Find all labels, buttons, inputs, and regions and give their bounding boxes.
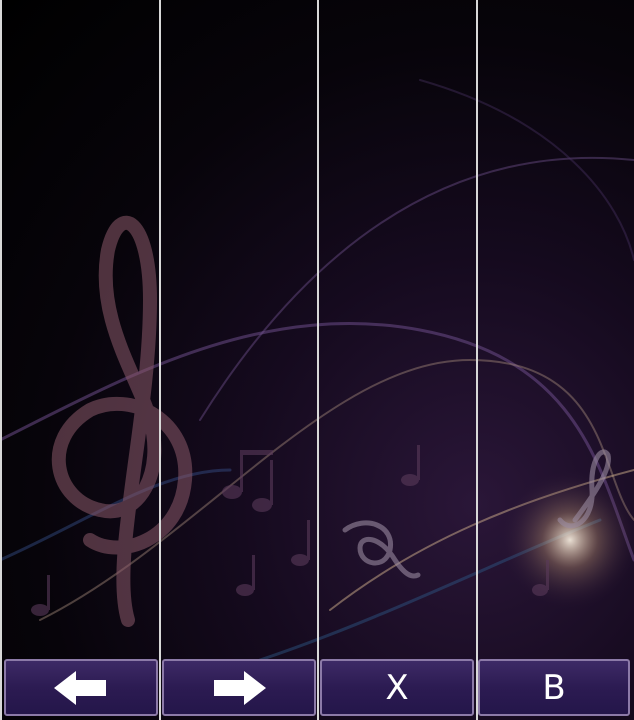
b-button-label: B [542, 667, 566, 708]
treble-clef-large-icon [51, 215, 193, 627]
lane-divider-4 [476, 0, 478, 720]
music-notes-scatter [31, 445, 549, 616]
light-glow [500, 470, 634, 610]
x-button-label: X [385, 667, 409, 708]
move-left-button[interactable] [4, 659, 158, 716]
control-bar: X B [0, 657, 634, 720]
move-right-button[interactable] [162, 659, 316, 716]
x-button[interactable]: X [320, 659, 474, 716]
lane-divider-2 [159, 0, 161, 720]
lane-divider-1 [0, 0, 2, 720]
b-button[interactable]: B [478, 659, 630, 716]
game-stage[interactable]: X B [0, 0, 634, 720]
arrow-left-icon [54, 670, 106, 705]
arrow-right-icon [214, 670, 266, 705]
lane-divider-3 [317, 0, 319, 720]
